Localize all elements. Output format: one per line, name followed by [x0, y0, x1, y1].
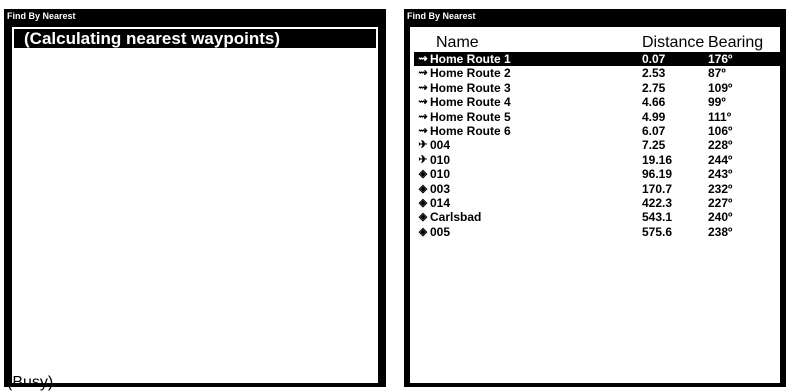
- waypoint-distance: 4.99: [642, 109, 666, 124]
- waypoint-bearing: 238º: [708, 224, 733, 239]
- waypoint-distance: 2.75: [642, 80, 666, 95]
- list-item[interactable]: ✈ 010 19.16 244º: [410, 153, 780, 167]
- waypoint-bearing: 109º: [708, 80, 733, 95]
- list-item[interactable]: ⇝ Home Route 5 4.99 111º: [410, 110, 780, 124]
- calculating-message: (Calculating nearest waypoints): [14, 29, 376, 48]
- waypoint-name: Home Route 1: [430, 52, 511, 66]
- waypoint-bearing: 240º: [708, 210, 733, 225]
- waypoint-icon: ◈: [418, 196, 428, 209]
- list-item[interactable]: ◈ 010 96.19 243º: [410, 167, 780, 181]
- waypoint-bearing: 106º: [708, 123, 733, 138]
- waypoint-name: 010: [430, 167, 451, 182]
- list-item[interactable]: ◈ 014 422.3 227º: [410, 196, 780, 210]
- route-icon: ⇝: [418, 96, 428, 109]
- waypoint-distance: 96.19: [642, 167, 673, 182]
- list-item[interactable]: ⇝ Home Route 4 4.66 99º: [410, 95, 780, 109]
- list-item[interactable]: ⇝ Home Route 2 2.53 87º: [410, 66, 780, 80]
- waypoint-distance: 543.1: [642, 210, 673, 225]
- list-item[interactable]: ◈ 003 170.7 232º: [410, 182, 780, 196]
- waypoint-name: 004: [430, 138, 451, 153]
- waypoint-name: 014: [430, 195, 451, 210]
- list-item[interactable]: ⇝ Home Route 3 2.75 109º: [410, 81, 780, 95]
- route-icon: ⇝: [418, 81, 428, 94]
- waypoint-bearing: 243º: [708, 167, 733, 182]
- waypoint-distance: 0.07: [642, 52, 666, 66]
- list-item[interactable]: ✈ 004 7.25 228º: [410, 138, 780, 152]
- waypoint-distance: 2.53: [642, 66, 666, 81]
- list-item[interactable]: ◈ 005 575.6 238º: [410, 225, 780, 239]
- waypoint-distance: 4.66: [642, 95, 666, 110]
- route-icon: ⇝: [418, 53, 428, 65]
- waypoint-bearing: 87º: [708, 66, 726, 81]
- column-headers: Name Distance Bearing: [410, 34, 780, 52]
- waypoint-distance: 170.7: [642, 181, 673, 196]
- waypoint-name: 003: [430, 181, 451, 196]
- list-item[interactable]: ◈ Carlsbad 543.1 240º: [410, 210, 780, 224]
- airport-icon: ✈: [418, 153, 428, 166]
- waypoint-distance: 7.25: [642, 138, 666, 153]
- waypoint-icon: ◈: [418, 182, 428, 195]
- header-distance: Distance: [642, 34, 705, 51]
- waypoint-name: Home Route 3: [430, 80, 511, 95]
- waypoint-bearing: 99º: [708, 95, 726, 110]
- route-icon: ⇝: [418, 67, 428, 80]
- results-panel: (Calculating nearest waypoints): [12, 27, 378, 383]
- header-name: Name: [436, 34, 479, 51]
- waypoint-name: Home Route 2: [430, 66, 511, 81]
- waypoint-distance: 575.6: [642, 224, 673, 239]
- screen-title: Find By Nearest: [7, 11, 76, 21]
- waypoint-distance: 6.07: [642, 123, 666, 138]
- waypoint-distance: 19.16: [642, 152, 673, 167]
- waypoint-bearing: 232º: [708, 181, 733, 196]
- waypoint-name: 005: [430, 224, 451, 239]
- airport-icon: ✈: [418, 139, 428, 152]
- waypoint-icon: ◈: [418, 168, 428, 181]
- left-gps-screen: Find By Nearest (Calculating nearest way…: [4, 9, 386, 387]
- waypoint-name: 010: [430, 152, 451, 167]
- list-item[interactable]: ⇝ Home Route 6 6.07 106º: [410, 124, 780, 138]
- waypoint-name: Home Route 5: [430, 109, 511, 124]
- route-icon: ⇝: [418, 110, 428, 123]
- waypoint-bearing: 176º: [708, 52, 733, 66]
- waypoint-name: Carlsbad: [430, 210, 482, 225]
- waypoint-icon: ◈: [418, 225, 428, 238]
- waypoint-icon: ◈: [418, 211, 428, 224]
- header-bearing: Bearing: [708, 34, 764, 51]
- screen-title: Find By Nearest: [407, 11, 476, 21]
- waypoint-bearing: 228º: [708, 138, 733, 153]
- waypoint-bearing: 244º: [708, 152, 733, 167]
- waypoint-distance: 422.3: [642, 195, 673, 210]
- waypoint-name: Home Route 6: [430, 123, 511, 138]
- list-item[interactable]: ⇝ Home Route 1 0.07 176º: [414, 52, 780, 67]
- waypoint-name: Home Route 4: [430, 95, 511, 110]
- route-icon: ⇝: [418, 124, 428, 137]
- waypoint-bearing: 227º: [708, 195, 733, 210]
- nearest-list: ⇝ Home Route 1 0.07 176º ⇝ Home Route 2 2.53 87…: [410, 52, 780, 239]
- right-gps-screen: Find By Nearest Name Distance Bearing ⇝ H…: [404, 9, 786, 387]
- waypoint-bearing: 111º: [708, 109, 732, 124]
- results-panel: Name Distance Bearing ⇝ Home Route 1 0.07 1…: [410, 27, 780, 383]
